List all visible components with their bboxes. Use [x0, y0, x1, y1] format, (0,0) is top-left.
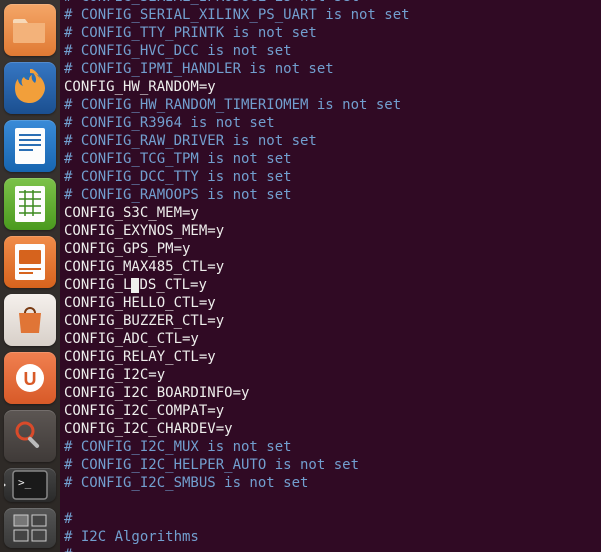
terminal-line: # CONFIG_RAW_DRIVER is not set [64, 132, 597, 150]
terminal-line: # CONFIG_TCG_TPM is not set [64, 150, 597, 168]
terminal-line: CONFIG_HW_RANDOM=y [64, 78, 597, 96]
terminal-line: # CONFIG_HVC_DCC is not set [64, 42, 597, 60]
terminal-line: CONFIG_HELLO_CTL=y [64, 294, 597, 312]
terminal-line: # [64, 546, 597, 552]
launcher-settings[interactable] [4, 410, 56, 462]
launcher-software-center[interactable] [4, 294, 56, 346]
active-indicator-icon [4, 480, 6, 490]
terminal-line: CONFIG_EXYNOS_MEM=y [64, 222, 597, 240]
terminal-line: # CONFIG_SERIAL_XILINX_PS_UART is not se… [64, 6, 597, 24]
terminal-line: CONFIG_LDS_CTL=y [64, 276, 597, 294]
terminal-line: CONFIG_I2C_CHARDEV=y [64, 420, 597, 438]
terminal-line: # CONFIG_HW_RANDOM_TIMERIOMEM is not set [64, 96, 597, 114]
launcher-files[interactable] [4, 4, 56, 56]
launcher-calc[interactable] [4, 178, 56, 230]
launcher-impress[interactable] [4, 236, 56, 288]
gear-wrench-icon [11, 417, 49, 455]
terminal-line: # CONFIG_IPMI_HANDLER is not set [64, 60, 597, 78]
terminal-line [64, 492, 597, 510]
launcher-terminal[interactable]: >_ [4, 468, 56, 502]
terminal-line: # CONFIG_I2C_SMBUS is not set [64, 474, 597, 492]
calc-icon [11, 185, 49, 223]
launcher-workspace-switcher[interactable] [4, 508, 56, 548]
workspace-icon [11, 509, 49, 547]
firefox-icon [11, 69, 49, 107]
ubuntu-one-icon: U [11, 359, 49, 397]
terminal-line: CONFIG_I2C_BOARDINFO=y [64, 384, 597, 402]
impress-icon [11, 243, 49, 281]
launcher-firefox[interactable] [4, 62, 56, 114]
terminal-output[interactable]: # CONFIG_SERIAL_IPRODUCE is not set# CON… [60, 0, 601, 552]
svg-text:>_: >_ [18, 476, 32, 489]
terminal-line: # CONFIG_I2C_MUX is not set [64, 438, 597, 456]
terminal-line: # [64, 510, 597, 528]
folder-icon [11, 11, 49, 49]
terminal-line: # I2C Algorithms [64, 528, 597, 546]
terminal-line: CONFIG_ADC_CTL=y [64, 330, 597, 348]
terminal-line: # CONFIG_RAMOOPS is not set [64, 186, 597, 204]
terminal-line: CONFIG_MAX485_CTL=y [64, 258, 597, 276]
terminal-line: CONFIG_I2C=y [64, 366, 597, 384]
writer-icon [11, 127, 49, 165]
launcher-ubuntu-one[interactable]: U [4, 352, 56, 404]
terminal-line: CONFIG_I2C_COMPAT=y [64, 402, 597, 420]
terminal-icon: >_ [11, 468, 49, 502]
terminal-line: # CONFIG_DCC_TTY is not set [64, 168, 597, 186]
shopping-bag-icon [11, 301, 49, 339]
svg-text:U: U [24, 369, 37, 389]
launcher-writer[interactable] [4, 120, 56, 172]
terminal-line: CONFIG_RELAY_CTL=y [64, 348, 597, 366]
terminal-line: # CONFIG_R3964 is not set [64, 114, 597, 132]
terminal-line: CONFIG_BUZZER_CTL=y [64, 312, 597, 330]
launcher-bar: U >_ [0, 0, 60, 552]
terminal-line: CONFIG_S3C_MEM=y [64, 204, 597, 222]
terminal-line: # CONFIG_I2C_HELPER_AUTO is not set [64, 456, 597, 474]
terminal-line: # CONFIG_TTY_PRINTK is not set [64, 24, 597, 42]
terminal-line: CONFIG_GPS_PM=y [64, 240, 597, 258]
